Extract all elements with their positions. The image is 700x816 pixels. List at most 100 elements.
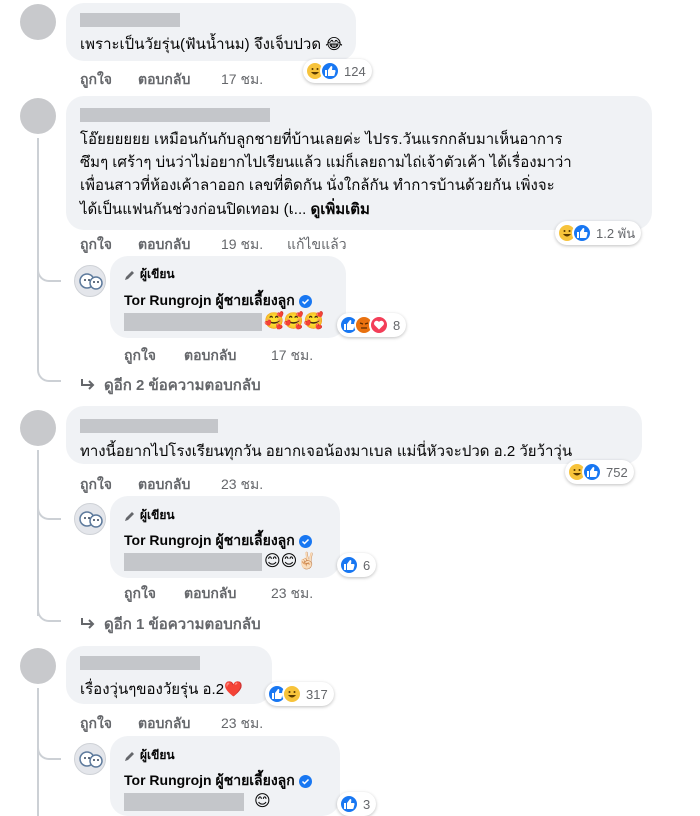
reply-connector bbox=[37, 498, 61, 520]
like-action[interactable]: ถูกใจ bbox=[80, 713, 138, 735]
author-name[interactable]: Tor Rungrojn ผู้ชายเลี้ยงลูก bbox=[124, 530, 312, 552]
comment-text: เรื่องวุ่นๆของวัยรุ่น อ.2❤️ bbox=[80, 681, 243, 698]
timestamp[interactable]: 23 ชม. bbox=[221, 474, 263, 496]
thread-line bbox=[37, 138, 39, 366]
reply-action[interactable]: ตอบกลับ bbox=[138, 69, 221, 91]
like-action[interactable]: ถูกใจ bbox=[124, 583, 184, 605]
reaction-summary[interactable]: 124 bbox=[303, 59, 372, 83]
commenter-avatar[interactable] bbox=[20, 648, 56, 684]
commenter-avatar[interactable] bbox=[20, 410, 56, 446]
commenter-name-redacted[interactable] bbox=[80, 13, 180, 27]
reaction-count: 124 bbox=[344, 63, 366, 79]
timestamp[interactable]: 23 ชม. bbox=[271, 583, 313, 605]
author-badge: ผู้เขียน bbox=[124, 506, 175, 525]
timestamp[interactable]: 17 ชม. bbox=[271, 345, 313, 367]
reply-arrow-icon bbox=[81, 379, 95, 390]
view-more-replies[interactable]: ดูอีก 2 ข้อความตอบกลับ bbox=[80, 373, 261, 397]
comment-text-line: ซึมๆ เศร้าๆ บ่นว่าไม่อยากไปเรียนแล้ว แม่… bbox=[80, 154, 572, 171]
reaction-summary[interactable]: 8 bbox=[337, 313, 407, 337]
haha-icon bbox=[282, 684, 302, 704]
thread-line bbox=[37, 450, 39, 616]
reply-action[interactable]: ตอบกลับ bbox=[138, 474, 221, 496]
pencil-icon bbox=[125, 751, 134, 761]
like-action[interactable]: ถูกใจ bbox=[80, 474, 138, 496]
commenter-avatar[interactable] bbox=[20, 4, 56, 40]
reaction-summary[interactable]: 1.2 พัน bbox=[555, 221, 642, 245]
reaction-count: 6 bbox=[363, 557, 371, 573]
reaction-summary[interactable]: 6 bbox=[337, 553, 377, 577]
like-action[interactable]: ถูกใจ bbox=[80, 234, 138, 256]
timestamp[interactable]: 23 ชม. bbox=[221, 713, 263, 735]
reply-connector bbox=[37, 602, 61, 622]
comment-actions: ถูกใจ ตอบกลับ 19 ชม. แก้ไขแล้ว bbox=[80, 234, 347, 256]
comment-actions: ถูกใจ ตอบกลับ 17 ชม. bbox=[80, 69, 263, 91]
comment-text-last-line: ได้เป็นแฟนกันช่วงก่อนปิดเทอม (เ... ดูเพิ… bbox=[80, 199, 370, 221]
pencil-icon bbox=[125, 270, 134, 280]
like-icon bbox=[572, 223, 592, 243]
reaction-count: 1.2 พัน bbox=[596, 225, 636, 241]
love-icon bbox=[369, 315, 389, 335]
reply-emojis: 😊 bbox=[254, 793, 271, 810]
commenter-name-redacted[interactable] bbox=[80, 419, 218, 433]
author-avatar-illustration bbox=[79, 273, 103, 290]
like-action[interactable]: ถูกใจ bbox=[124, 345, 184, 367]
author-name-text[interactable]: Tor Rungrojn ผู้ชายเลี้ยงลูก bbox=[124, 530, 295, 552]
reply-text-redacted bbox=[124, 313, 262, 331]
author-badge-label: ผู้เขียน bbox=[140, 508, 175, 522]
see-more-link[interactable]: ดูเพิ่มเติม bbox=[310, 201, 369, 218]
commenter-name-redacted[interactable] bbox=[80, 108, 270, 122]
reaction-count: 752 bbox=[606, 464, 628, 480]
view-more-replies[interactable]: ดูอีก 1 ข้อความตอบกลับ bbox=[80, 612, 261, 636]
pencil-icon bbox=[125, 511, 134, 521]
reaction-count: 8 bbox=[393, 317, 401, 333]
commenter-avatar[interactable] bbox=[20, 98, 56, 134]
author-badge-label: ผู้เขียน bbox=[140, 267, 175, 281]
comment-text: ทางนี้อยากไปโรงเรียนทุกวัน อยากเจอน้องมา… bbox=[80, 443, 573, 460]
edited-label[interactable]: แก้ไขแล้ว bbox=[287, 234, 347, 256]
comment-actions: ถูกใจ ตอบกลับ 23 ชม. bbox=[80, 713, 263, 735]
view-more-replies-label[interactable]: ดูอีก 2 ข้อความตอบกลับ bbox=[104, 373, 261, 397]
author-badge-label: ผู้เขียน bbox=[140, 748, 175, 762]
reaction-summary[interactable]: 3 bbox=[337, 792, 377, 816]
reaction-summary[interactable]: 317 bbox=[265, 682, 334, 706]
view-more-replies-label[interactable]: ดูอีก 1 ข้อความตอบกลับ bbox=[104, 612, 261, 636]
reaction-count: 317 bbox=[306, 686, 328, 702]
author-avatar[interactable] bbox=[74, 503, 106, 535]
author-name-text[interactable]: Tor Rungrojn ผู้ชายเลี้ยงลูก bbox=[124, 290, 295, 312]
reply-connector bbox=[37, 738, 61, 760]
reply-connector bbox=[37, 362, 61, 382]
author-avatar-illustration bbox=[79, 751, 103, 768]
like-action[interactable]: ถูกใจ bbox=[80, 69, 138, 91]
reply-action[interactable]: ตอบกลับ bbox=[138, 713, 221, 735]
comment-text-line: โอ๊ยยยยยย เหมือนกันกับลูกชายที่บ้านเลยค่… bbox=[80, 131, 563, 148]
author-name[interactable]: Tor Rungrojn ผู้ชายเลี้ยงลูก bbox=[124, 770, 312, 792]
reply-emojis: 🥰🥰🥰 bbox=[264, 313, 324, 330]
reply-connector bbox=[37, 262, 61, 282]
commenter-name-redacted[interactable] bbox=[80, 656, 200, 670]
comment-text: เพราะเป็นวัยรุ่น(ฟันน้ำนม) จึงเจ็บปวด 😂 bbox=[80, 36, 343, 53]
reply-actions: ถูกใจ ตอบกลับ 17 ชม. bbox=[124, 345, 313, 367]
verified-badge-icon bbox=[298, 294, 312, 308]
comment-text-line: เพื่อนสาวที่ห้องเค้าลาออก เลขที่ติดกัน น… bbox=[80, 177, 555, 194]
reaction-summary[interactable]: 752 bbox=[565, 460, 634, 484]
reply-action[interactable]: ตอบกลับ bbox=[184, 583, 271, 605]
author-avatar[interactable] bbox=[74, 743, 106, 775]
verified-badge-icon bbox=[298, 534, 312, 548]
reply-actions: ถูกใจ ตอบกลับ 23 ชม. bbox=[124, 583, 313, 605]
like-icon bbox=[339, 794, 359, 814]
reply-action[interactable]: ตอบกลับ bbox=[184, 345, 271, 367]
author-badge: ผู้เขียน bbox=[124, 265, 175, 284]
timestamp[interactable]: 19 ชม. bbox=[221, 234, 287, 256]
author-name[interactable]: Tor Rungrojn ผู้ชายเลี้ยงลูก bbox=[124, 290, 312, 312]
reply-arrow-icon bbox=[81, 618, 95, 629]
timestamp[interactable]: 17 ชม. bbox=[221, 69, 263, 91]
author-avatar[interactable] bbox=[74, 265, 106, 297]
reply-emojis: 😊😊✌🏻 bbox=[264, 553, 318, 570]
like-icon bbox=[320, 61, 340, 81]
reply-text-redacted bbox=[124, 793, 244, 811]
like-icon bbox=[582, 462, 602, 482]
verified-badge-icon bbox=[298, 774, 312, 788]
reply-action[interactable]: ตอบกลับ bbox=[138, 234, 221, 256]
reply-text-redacted bbox=[124, 553, 262, 571]
author-name-text[interactable]: Tor Rungrojn ผู้ชายเลี้ยงลูก bbox=[124, 770, 295, 792]
